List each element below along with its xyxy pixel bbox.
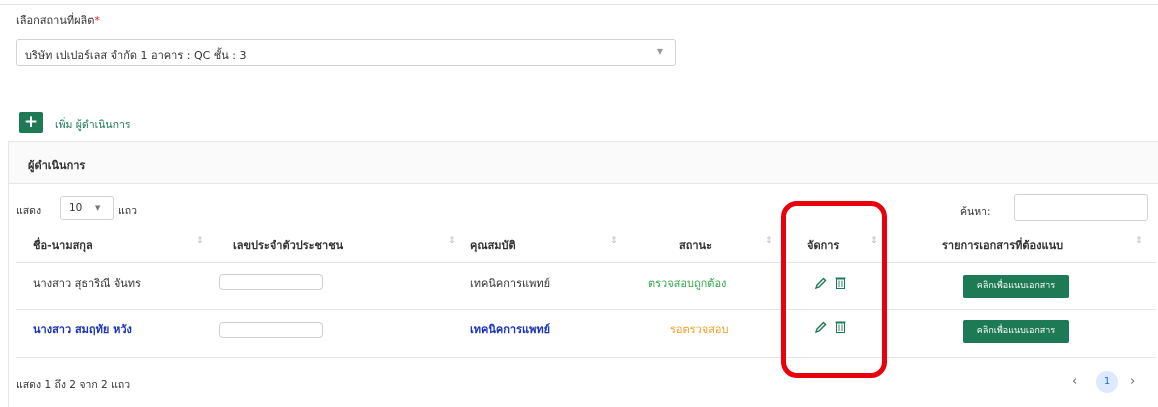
table-info: แสดง 1 ถึง 2 จาก 2 แถว: [16, 379, 131, 391]
column-header-qualification[interactable]: คุณสมบัติ: [470, 236, 516, 254]
row-2-qualification: เทคนิคการแพทย์: [470, 323, 551, 336]
sort-icon[interactable]: ⇕: [1135, 236, 1143, 246]
sort-icon[interactable]: ⇕: [196, 236, 204, 246]
required-mark: *: [94, 14, 100, 27]
column-header-actions[interactable]: จัดการ: [807, 236, 839, 254]
card-header: ผู้ดำเนินการ: [9, 142, 1158, 184]
row-2-id-field[interactable]: [219, 322, 323, 338]
sort-icon[interactable]: ⇕: [448, 236, 456, 246]
row-1-status: ตรวจสอบถูกต้อง: [648, 277, 727, 290]
search-input[interactable]: [1014, 194, 1148, 221]
column-header-status[interactable]: สถานะ: [679, 236, 712, 254]
chevron-down-icon: ▼: [95, 204, 101, 212]
chevron-right-icon[interactable]: ›: [1130, 374, 1135, 389]
header-divider: [16, 262, 1156, 263]
pencil-icon[interactable]: [815, 321, 827, 333]
page-1-button[interactable]: 1: [1096, 371, 1118, 393]
trash-icon[interactable]: [835, 276, 846, 289]
page-length-value: 10: [69, 202, 83, 214]
row-1-attach-button[interactable]: คลิกเพื่อแนบเอกสาร: [963, 275, 1069, 298]
row-1-id-field[interactable]: [219, 274, 323, 290]
chevron-left-icon[interactable]: ‹: [1072, 374, 1077, 389]
add-operator-link[interactable]: เพิ่ม ผู้ดำเนินการ: [55, 116, 130, 133]
row-1-qualification: เทคนิคการแพทย์: [470, 277, 551, 290]
chevron-down-icon: ▼: [656, 47, 663, 56]
page-length-suffix: แถว: [118, 205, 138, 217]
row-divider: [16, 309, 1156, 310]
card-title: ผู้ดำเนินการ: [28, 159, 86, 172]
sort-icon[interactable]: ⇕: [610, 236, 618, 246]
operators-card: ผู้ดำเนินการ: [8, 141, 1158, 407]
column-header-id[interactable]: เลขประจำตัวประชาชน: [233, 236, 343, 254]
row-2-name: นางสาว สมฤทัย หวัง: [33, 323, 132, 336]
site-select-value: บริษัท เปเปอร์เลส จำกัด 1 อาคาร : QC ชั้…: [25, 49, 247, 62]
page-length-label: แสดง: [16, 205, 42, 217]
column-header-name[interactable]: ชื่อ-นามสกุล: [33, 236, 93, 254]
row-1-name: นางสาว สุธาริณี จันทร: [33, 277, 141, 290]
sort-icon[interactable]: ⇕: [765, 236, 773, 246]
row-2-status: รอตรวจสอบ: [670, 323, 729, 336]
site-label: เลือกสถานที่ผลิต*: [16, 14, 100, 27]
row-2-attach-button[interactable]: คลิกเพื่อแนบเอกสาร: [963, 320, 1069, 343]
column-header-documents[interactable]: รายการเอกสารที่ต้องแนบ: [942, 236, 1063, 254]
trash-icon[interactable]: [835, 320, 846, 333]
pencil-icon[interactable]: [815, 277, 827, 289]
add-operator-button[interactable]: +: [19, 112, 43, 133]
top-divider: [0, 4, 1158, 5]
row-divider: [16, 357, 1156, 358]
site-select[interactable]: บริษัท เปเปอร์เลส จำกัด 1 อาคาร : QC ชั้…: [16, 39, 676, 66]
page-length-select[interactable]: 10 ▼: [60, 196, 114, 220]
sort-icon[interactable]: ⇕: [870, 236, 878, 246]
search-label: ค้นหา:: [960, 206, 991, 218]
